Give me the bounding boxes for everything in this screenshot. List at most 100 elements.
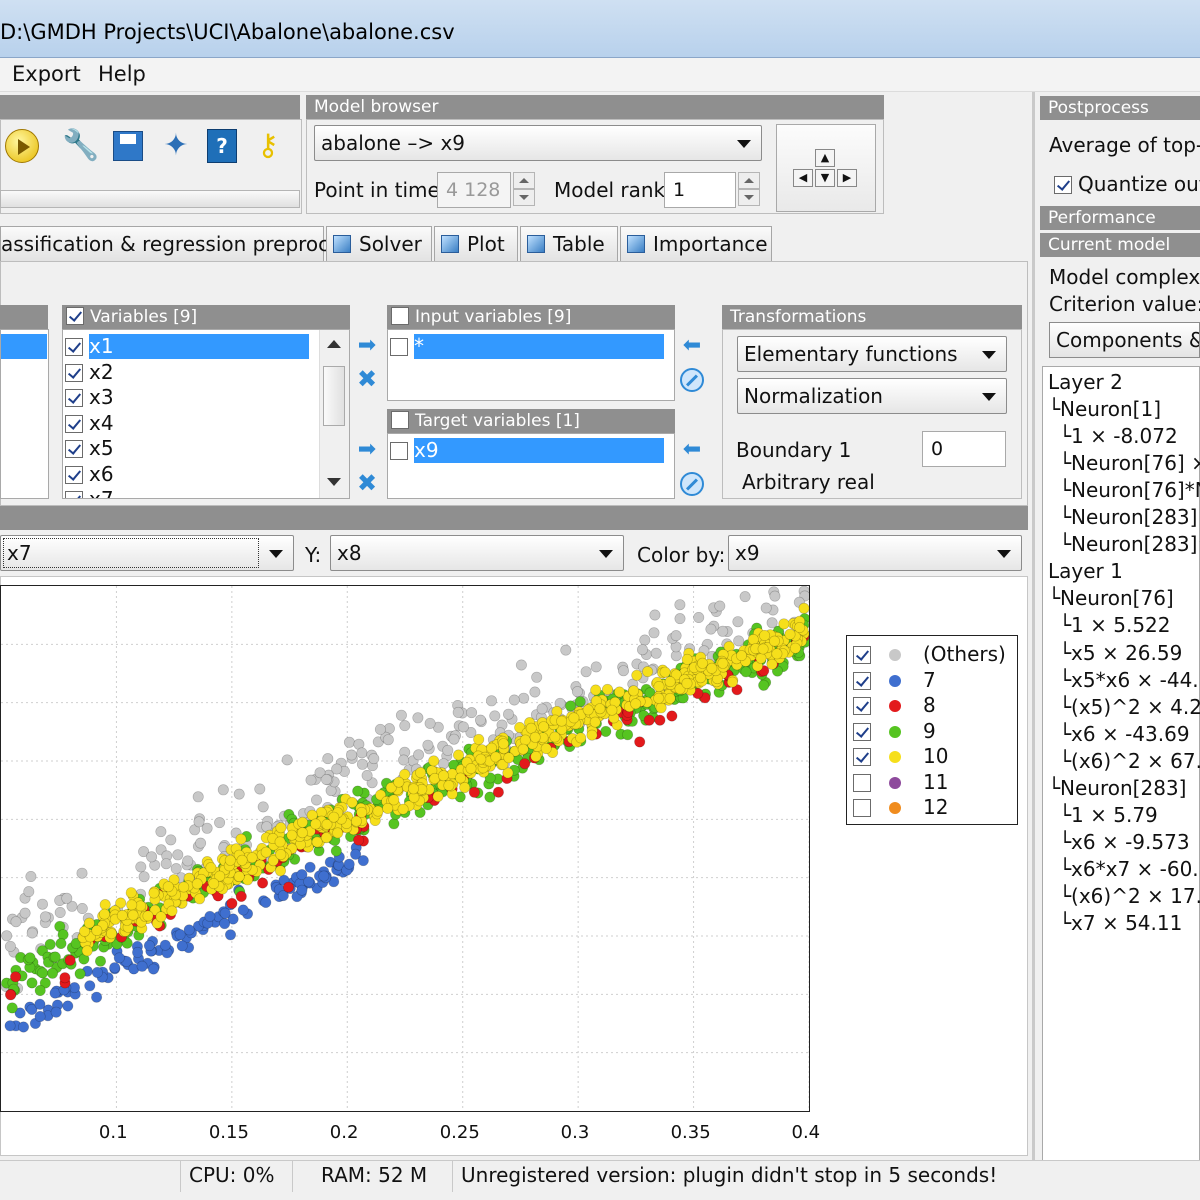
tree-term-node[interactable]: └x5 × 26.59 xyxy=(1059,640,1182,667)
tree-term-node[interactable]: └(x6)^2 × 67. xyxy=(1059,748,1200,775)
variable-checkbox[interactable] xyxy=(65,389,83,407)
add-input-arrow-icon[interactable]: ➡ xyxy=(354,335,380,357)
remove-target-icon[interactable]: ✖ xyxy=(354,471,380,495)
save-icon[interactable] xyxy=(110,126,146,166)
variable-checkbox[interactable] xyxy=(65,440,83,458)
list-item[interactable]: x1 xyxy=(65,334,315,359)
legend-item[interactable]: 8 xyxy=(853,693,936,718)
clear-input-icon[interactable] xyxy=(680,368,704,392)
magic-wand-icon[interactable]: ✦ xyxy=(158,126,194,166)
quantize-option[interactable]: Quantize out xyxy=(1054,172,1200,196)
variable-checkbox[interactable] xyxy=(65,338,83,356)
tree-term-node[interactable]: └1 × 5.79 xyxy=(1059,802,1158,829)
legend-checkbox[interactable] xyxy=(853,697,871,715)
model-tree[interactable]: Layer 2 └Neuron[1] └1 × -8.072 └Neuron[76] … xyxy=(1042,366,1200,1184)
scatter-plot[interactable] xyxy=(0,585,811,1112)
boundary-field[interactable]: 0 xyxy=(922,431,1006,467)
tree-layer-node[interactable]: Layer 1 xyxy=(1048,558,1123,585)
input-variable-checkbox[interactable] xyxy=(390,338,408,356)
target-select-all-checkbox[interactable] xyxy=(391,411,409,429)
tab-importance[interactable]: Importance xyxy=(620,226,772,262)
key-icon[interactable]: ⚷ xyxy=(250,126,286,166)
run-icon[interactable] xyxy=(4,126,40,166)
legend-checkbox[interactable] xyxy=(853,748,871,766)
x-axis-select[interactable]: x7 xyxy=(0,535,294,571)
variable-checkbox[interactable] xyxy=(65,364,83,382)
list-item[interactable]: x9 xyxy=(390,438,672,463)
variables-list[interactable]: x1 x2 x3 x4 x5 x6 x7 xyxy=(62,329,350,499)
legend-item[interactable]: 9 xyxy=(853,719,936,744)
normalization-select[interactable]: Normalization xyxy=(737,378,1007,414)
tree-term-node[interactable]: └x6 × -9.573 xyxy=(1059,829,1190,856)
model-rank-field[interactable]: 1 xyxy=(664,172,736,208)
clear-target-icon[interactable] xyxy=(680,472,704,496)
menu-export[interactable]: Export xyxy=(12,62,81,86)
nav-left-icon[interactable]: ◀ xyxy=(793,169,813,187)
tree-term-node[interactable]: └Neuron[76]*N xyxy=(1059,477,1200,504)
tab-solver[interactable]: Solver xyxy=(326,226,432,262)
legend-checkbox[interactable] xyxy=(853,722,871,741)
nav-down-icon[interactable]: ▼ xyxy=(815,169,835,187)
legend-item[interactable]: 12 xyxy=(853,795,948,820)
variable-checkbox[interactable] xyxy=(65,415,83,433)
datasets-list[interactable] xyxy=(0,329,49,499)
remove-input-icon[interactable]: ✖ xyxy=(354,367,380,391)
input-select-all-checkbox[interactable] xyxy=(391,307,409,325)
input-variables-list[interactable]: * xyxy=(387,329,675,401)
quantize-checkbox[interactable] xyxy=(1054,176,1072,194)
tree-term-node[interactable]: └Neuron[283] × xyxy=(1059,504,1200,531)
legend-checkbox[interactable] xyxy=(853,671,871,690)
elementary-functions-select[interactable]: Elementary functions xyxy=(737,336,1007,372)
panel-splitter[interactable] xyxy=(1032,92,1035,1160)
tree-neuron-node[interactable]: └Neuron[283] xyxy=(1048,775,1186,802)
variable-checkbox[interactable] xyxy=(65,466,83,484)
tree-neuron-node[interactable]: └Neuron[76] xyxy=(1048,585,1174,612)
scroll-down-icon[interactable] xyxy=(327,478,341,486)
legend-item[interactable]: (Others) xyxy=(853,642,1006,667)
legend-item[interactable]: 11 xyxy=(853,770,948,795)
add-target-arrow-icon[interactable]: ➡ xyxy=(354,439,380,461)
legend-item[interactable]: 10 xyxy=(853,744,948,769)
nav-right-icon[interactable]: ▶ xyxy=(837,169,857,187)
list-item[interactable]: x7 xyxy=(65,487,114,498)
datasets-selected-row[interactable] xyxy=(1,334,47,359)
list-item[interactable]: x3 xyxy=(65,385,114,410)
variables-scrollbar[interactable] xyxy=(319,330,349,498)
legend-checkbox[interactable] xyxy=(853,773,871,792)
wrench-icon[interactable]: 🔧 xyxy=(62,126,99,166)
components-button[interactable]: Components & xyxy=(1049,322,1200,358)
back-input-arrow-icon[interactable]: ⬅ xyxy=(679,335,705,357)
scroll-up-icon[interactable] xyxy=(327,340,341,348)
tree-layer-node[interactable]: Layer 2 xyxy=(1048,369,1123,396)
tree-term-node[interactable]: └x6 × -43.69 xyxy=(1059,721,1190,748)
tree-term-node[interactable]: └(x5)^2 × 4.2 xyxy=(1059,694,1200,721)
help-book-icon[interactable]: ? xyxy=(204,126,240,166)
tree-term-node[interactable]: └x7 × 54.11 xyxy=(1059,910,1182,937)
menu-help[interactable]: Help xyxy=(98,62,146,86)
variable-checkbox[interactable] xyxy=(65,491,83,498)
tree-term-node[interactable]: └x5*x6 × -44. xyxy=(1059,667,1199,694)
back-target-arrow-icon[interactable]: ⬅ xyxy=(679,439,705,461)
point-in-time-spinner[interactable] xyxy=(513,172,535,208)
target-variable-checkbox[interactable] xyxy=(390,442,408,460)
list-item[interactable]: x2 xyxy=(65,360,114,385)
target-variables-list[interactable]: x9 xyxy=(387,433,675,499)
list-item[interactable]: x5 xyxy=(65,436,114,461)
tab-table[interactable]: Table xyxy=(520,226,618,262)
legend-checkbox[interactable] xyxy=(853,646,871,664)
list-item[interactable]: x6 xyxy=(65,462,114,487)
legend-item[interactable]: 7 xyxy=(853,668,936,693)
tree-term-node[interactable]: └1 × 5.522 xyxy=(1059,612,1171,639)
tree-term-node[interactable]: └Neuron[76] × xyxy=(1059,450,1200,477)
list-item[interactable]: x4 xyxy=(65,411,114,436)
tab-preprocess[interactable]: assification & regression preprocess xyxy=(0,226,362,262)
tree-term-node[interactable]: └x6*x7 × -60. xyxy=(1059,856,1199,883)
tree-term-node[interactable]: └(x6)^2 × 17. xyxy=(1059,883,1200,910)
navigation-pad-button[interactable]: ▲ ◀ ▼ ▶ xyxy=(776,124,876,212)
model-rank-spinner[interactable] xyxy=(738,172,760,208)
scroll-thumb[interactable] xyxy=(323,366,345,426)
tree-neuron-node[interactable]: └Neuron[1] xyxy=(1048,396,1161,423)
nav-up-icon[interactable]: ▲ xyxy=(815,149,835,167)
tree-term-node[interactable]: └Neuron[283]^ xyxy=(1059,531,1200,558)
model-select[interactable]: abalone –> x9 xyxy=(314,125,762,161)
